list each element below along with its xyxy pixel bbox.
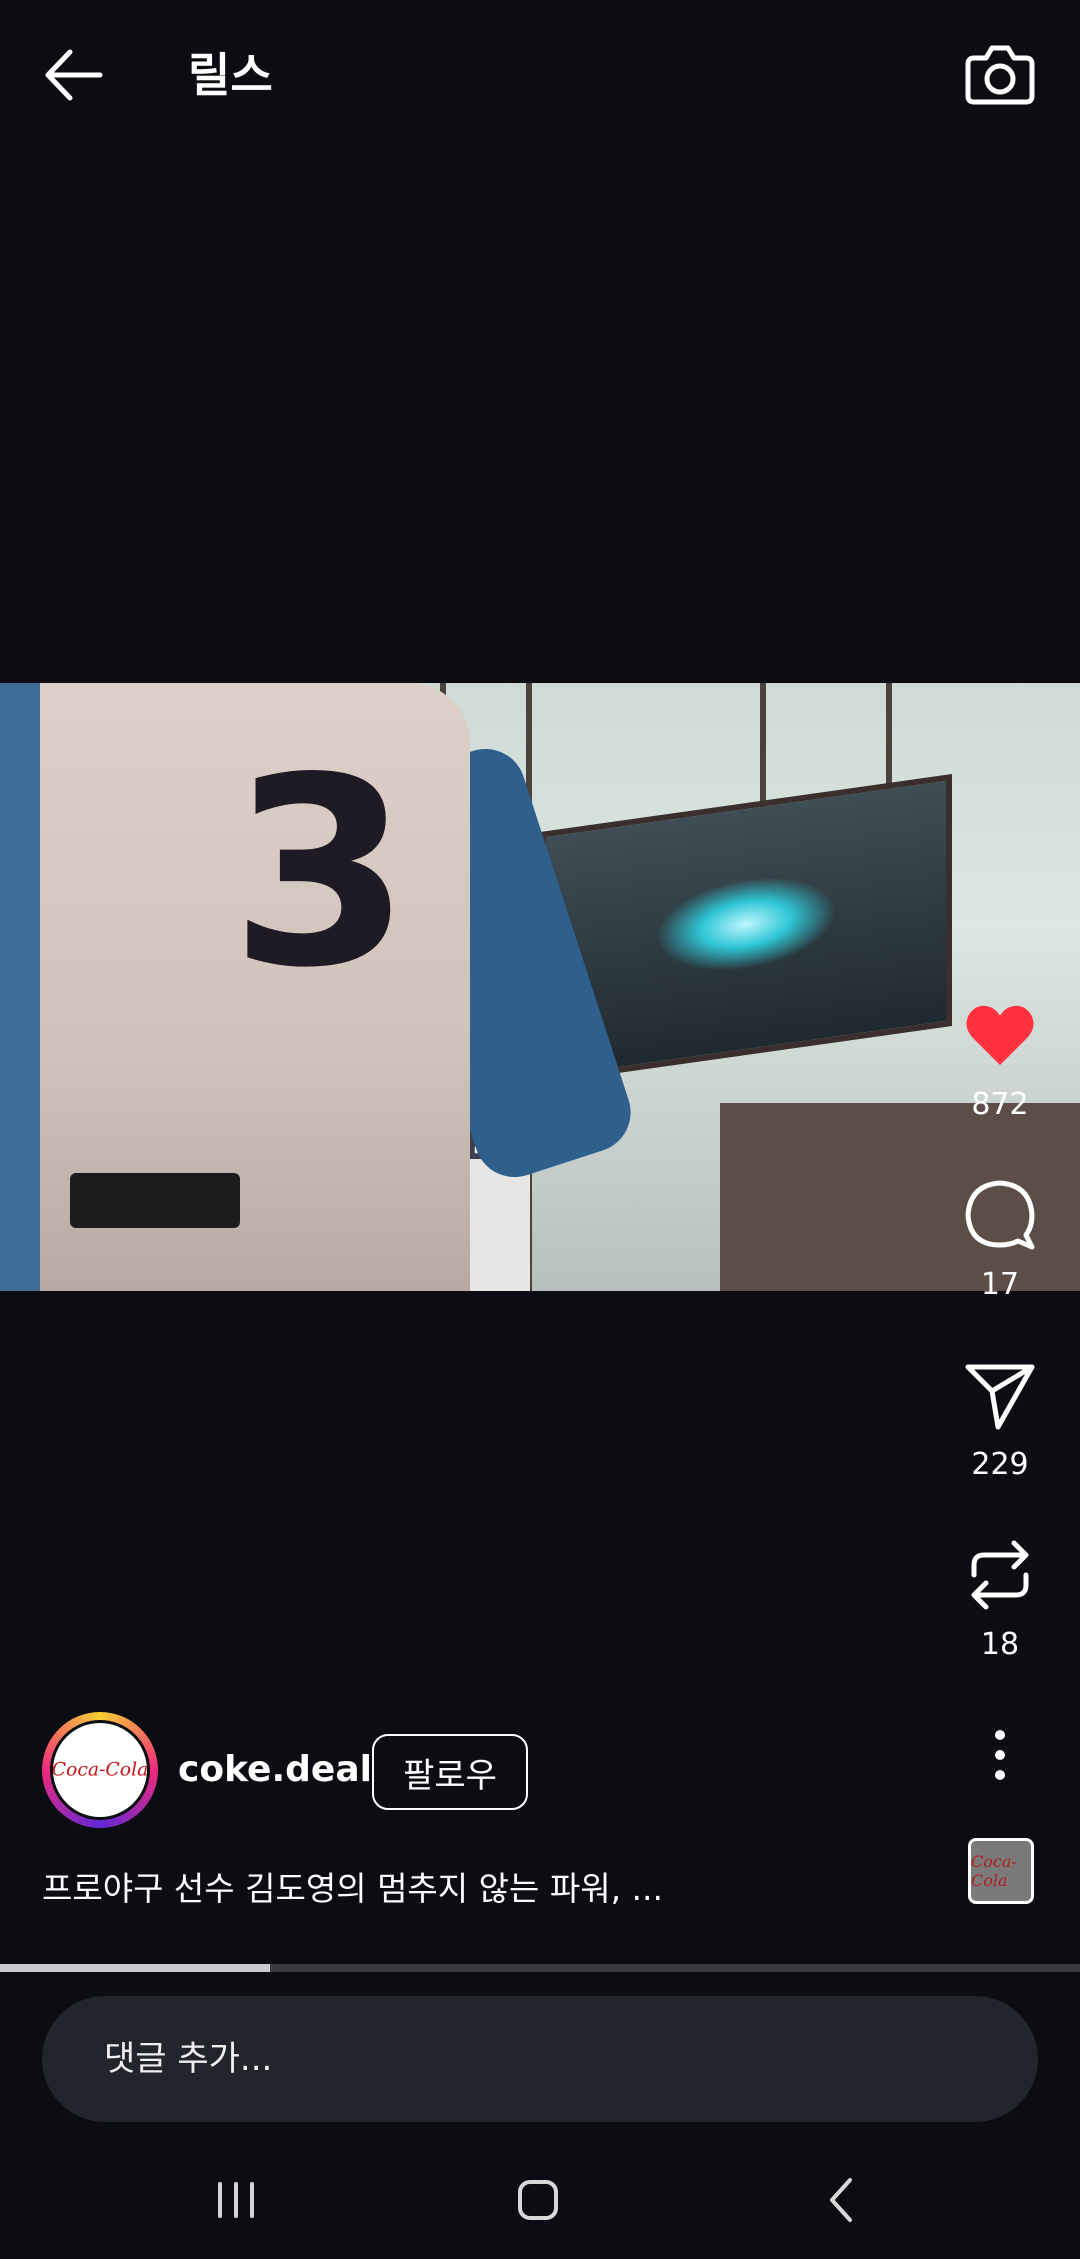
like-action: 872 bbox=[920, 995, 1080, 1122]
comment-placeholder: 댓글 추가... bbox=[104, 2039, 273, 2079]
more-vertical-icon[interactable] bbox=[980, 1725, 1020, 1785]
comment-action: 17 bbox=[920, 1175, 1080, 1302]
remix-icon[interactable] bbox=[960, 1535, 1040, 1615]
recent-apps-icon[interactable] bbox=[196, 2170, 276, 2230]
share-count: 229 bbox=[971, 1447, 1029, 1482]
username[interactable]: coke.deal bbox=[178, 1742, 372, 1798]
remix-count: 18 bbox=[980, 1627, 1020, 1662]
remix-action: 18 bbox=[920, 1535, 1080, 1662]
jersey-number: 3 bbox=[230, 723, 411, 1025]
share-action: 229 bbox=[920, 1355, 1080, 1482]
player-jersey: 3 bbox=[0, 683, 470, 1291]
follow-button[interactable]: 팔로우 bbox=[372, 1734, 528, 1810]
player-belt bbox=[70, 1173, 240, 1228]
post-author-row: Coca-Cola coke.deal 팔로우 bbox=[42, 1712, 942, 1832]
system-navigation-bar bbox=[0, 2140, 1080, 2259]
top-bar: 릴스 bbox=[0, 0, 1080, 150]
camera-icon[interactable] bbox=[960, 34, 1040, 114]
back-arrow-icon[interactable] bbox=[40, 40, 110, 110]
home-icon[interactable] bbox=[498, 2170, 578, 2230]
reel-video[interactable]: NEO 3 bbox=[0, 683, 1080, 1291]
comment-icon[interactable] bbox=[960, 1175, 1040, 1255]
audio-thumbnail[interactable]: Coca-Cola bbox=[968, 1838, 1034, 1904]
video-progress-fill bbox=[0, 1964, 270, 1972]
page-title: 릴스 bbox=[188, 48, 273, 102]
heart-icon[interactable] bbox=[960, 995, 1040, 1075]
comment-input[interactable]: 댓글 추가... bbox=[42, 1996, 1038, 2122]
coca-cola-logo: Coca-Cola bbox=[53, 1724, 147, 1816]
post-caption[interactable]: 프로야구 선수 김도영의 멈추지 않는 파워, ... bbox=[42, 1862, 663, 1910]
send-icon[interactable] bbox=[960, 1355, 1040, 1435]
video-progress-bar[interactable] bbox=[0, 1964, 1080, 1972]
comment-count: 17 bbox=[980, 1267, 1020, 1302]
like-count: 872 bbox=[971, 1087, 1029, 1122]
audio-thumb-logo: Coca-Cola bbox=[971, 1852, 1017, 1890]
svg-text:Coca-Cola: Coca-Cola bbox=[53, 1760, 147, 1781]
avatar[interactable]: Coca-Cola bbox=[42, 1712, 158, 1828]
back-icon[interactable] bbox=[802, 2170, 882, 2230]
